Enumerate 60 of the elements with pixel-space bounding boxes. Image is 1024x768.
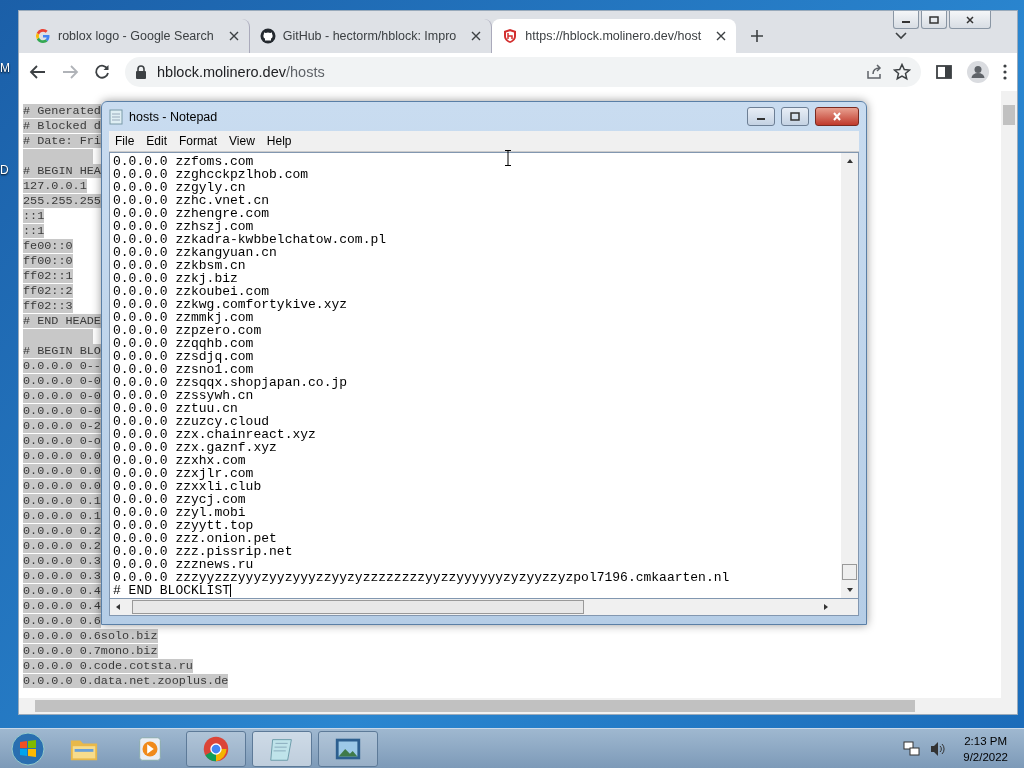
- scroll-thumb[interactable]: [1003, 105, 1015, 125]
- new-tab-icon[interactable]: [750, 29, 765, 43]
- shield-icon: [502, 28, 519, 44]
- scroll-thumb[interactable]: [132, 600, 584, 614]
- taskbar-button[interactable]: [186, 730, 246, 767]
- scroll-right-icon[interactable]: [822, 603, 830, 611]
- share-icon[interactable]: [865, 63, 883, 81]
- scroll-up-icon[interactable]: [845, 157, 854, 165]
- network-icon[interactable]: [903, 739, 922, 758]
- lock-icon: [135, 65, 147, 79]
- star-icon[interactable]: [893, 63, 911, 81]
- menu-item[interactable]: View: [223, 134, 261, 148]
- notepad-icon: [109, 108, 123, 125]
- close-button[interactable]: [815, 107, 859, 126]
- start-button[interactable]: [8, 730, 48, 767]
- chevron-down-icon[interactable]: [895, 32, 907, 40]
- menu-item[interactable]: Edit: [140, 134, 174, 148]
- chrome-icon: [201, 734, 231, 763]
- reload-icon[interactable]: [93, 63, 111, 81]
- sidebar-icon[interactable]: [935, 63, 953, 81]
- horizontal-scrollbar[interactable]: [109, 599, 859, 616]
- close-icon[interactable]: [228, 31, 239, 41]
- restore-button[interactable]: [921, 11, 947, 29]
- close-icon[interactable]: [471, 31, 482, 41]
- taskbar-button[interactable]: [318, 730, 378, 767]
- windows-orb-icon: [10, 730, 46, 767]
- maximize-button[interactable]: [781, 107, 809, 126]
- menu-item[interactable]: Help: [260, 134, 298, 148]
- profile-icon[interactable]: [967, 61, 989, 83]
- minimize-button[interactable]: [893, 11, 919, 29]
- scroll-left-icon[interactable]: [114, 603, 122, 611]
- clock[interactable]: 2:13 PM 9/2/2022: [955, 732, 1016, 765]
- scroll-thumb[interactable]: [842, 564, 857, 580]
- window-title: hosts - Notepad: [129, 109, 218, 124]
- menu-icon[interactable]: [1003, 63, 1007, 81]
- back-icon[interactable]: [29, 63, 47, 81]
- horizontal-scrollbar[interactable]: [19, 698, 1017, 714]
- menu-item[interactable]: Format: [173, 134, 224, 148]
- tab-title: roblox logo - Google Search: [58, 29, 214, 43]
- scroll-down-icon[interactable]: [845, 586, 854, 594]
- menu-item[interactable]: File: [109, 134, 141, 148]
- taskbar-button[interactable]: [252, 730, 312, 767]
- desktop-icon-label: M: [0, 61, 10, 75]
- close-icon: [965, 15, 975, 24]
- browser-tab[interactable]: https://hblock.molinero.dev/host: [492, 19, 737, 53]
- restore-icon: [929, 15, 939, 24]
- close-icon: [832, 112, 842, 121]
- text-caret: [230, 584, 232, 597]
- google-icon: [35, 28, 51, 44]
- close-icon[interactable]: [716, 31, 727, 41]
- address-bar[interactable]: hblock.molinero.dev/hosts: [125, 57, 921, 87]
- scroll-thumb[interactable]: [35, 700, 915, 712]
- maximize-icon: [790, 112, 800, 121]
- vertical-scrollbar[interactable]: [1001, 91, 1017, 698]
- tab-title: https://hblock.molinero.dev/host: [525, 29, 702, 43]
- minimize-button[interactable]: [747, 107, 775, 126]
- vertical-scrollbar[interactable]: [841, 153, 858, 598]
- desktop-icon-label: D: [0, 163, 9, 177]
- text-cursor-icon: [505, 150, 511, 166]
- tab-title: GitHub - hectorm/hblock: Impro: [282, 29, 457, 43]
